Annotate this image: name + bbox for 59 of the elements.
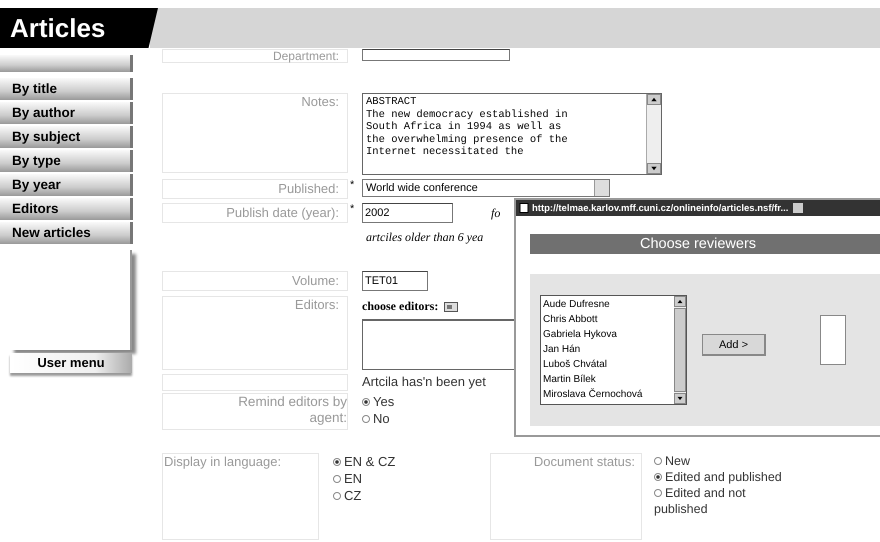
list-item[interactable]: Gabriela Hykova [543, 327, 672, 342]
list-item[interactable]: Luboš Chvátal [543, 357, 672, 372]
hint-text: artciles older than 6 yea [366, 230, 484, 245]
note-text: fo [491, 205, 500, 222]
radio-option[interactable]: No [362, 410, 394, 427]
address-book-icon[interactable] [444, 302, 458, 312]
scroll-up-icon[interactable] [674, 296, 686, 307]
list-item[interactable]: Chris Abbott [543, 312, 672, 327]
radio-option[interactable]: Yes [362, 393, 394, 410]
choose-editors-label: choose editors: [362, 299, 438, 314]
scroll-thumb[interactable] [674, 308, 686, 392]
radio-option[interactable]: Edited and published [654, 469, 784, 485]
scroll-down-icon[interactable] [647, 163, 661, 174]
list-item[interactable]: Miroslava Černochová [543, 387, 672, 402]
published-select[interactable]: World wide conference [362, 179, 610, 197]
field-label: Display in language: [162, 453, 319, 540]
popup-heading: Choose reviewers [530, 234, 880, 254]
status-text: Artcila has'n been yet [362, 374, 486, 389]
sidebar-item[interactable]: By year [0, 174, 133, 196]
scroll-down-icon[interactable] [674, 393, 686, 404]
field-label: Notes: [162, 93, 348, 173]
radio-option[interactable]: EN [333, 470, 490, 487]
radio-option[interactable]: Edited and not published [654, 485, 784, 517]
volume-field[interactable]: TET01 [362, 271, 428, 291]
user-menu-button[interactable]: User menu [10, 353, 132, 373]
list-item[interactable]: Jan Hán [543, 342, 672, 357]
radio-option[interactable]: New [654, 453, 784, 469]
minimize-button[interactable] [793, 203, 804, 213]
sidebar-item[interactable]: New articles [0, 222, 133, 244]
sidebar-item[interactable]: Editors [0, 198, 133, 220]
window-title: http://telmae.karlov.mff.cuni.cz/onlineinfo/articles.nsf/fr... [532, 202, 788, 214]
list-item[interactable]: Aude Dufresne [543, 297, 672, 312]
required-mark: * [350, 179, 356, 191]
list-item[interactable]: Martin Bílek [543, 372, 672, 387]
field-label: Remind editors by agent: [162, 393, 348, 430]
page-title: Articles [0, 8, 158, 48]
add-button[interactable]: Add > [702, 334, 766, 356]
field-label: Department: [162, 49, 348, 63]
reviewer-list[interactable]: Aude Dufresne Chris Abbott Gabriela Hykova Jan Hán Luboš Chvátal Martin Bílek Miroslava Černochová [540, 295, 687, 405]
selected-list[interactable] [820, 315, 846, 365]
radio-option[interactable]: EN & CZ [333, 453, 490, 470]
field-label: Volume: [162, 271, 348, 291]
sidebar-item[interactable]: By author [0, 102, 133, 124]
scrollbar[interactable] [646, 94, 661, 174]
scrollbar[interactable] [674, 296, 686, 404]
field-label: Document status: [490, 453, 642, 540]
page-icon [519, 203, 529, 213]
department-field[interactable] [362, 49, 510, 61]
sidebar-item[interactable]: By type [0, 150, 133, 172]
notes-field[interactable]: ABSTRACT The new democracy established in South Africa in 1994 as well as the overwhelming presence of the Internet necessitated the [362, 93, 662, 175]
required-mark: * [350, 203, 356, 215]
field-label: Editors: [162, 296, 348, 370]
field-label: Publish date (year): [162, 203, 348, 223]
field-label: Published: [162, 179, 348, 199]
sidebar-item[interactable]: By title [0, 78, 133, 100]
year-field[interactable]: 2002 [362, 203, 453, 223]
scroll-up-icon[interactable] [647, 94, 661, 105]
radio-option[interactable]: CZ [333, 487, 490, 504]
sidebar-item[interactable]: By subject [0, 126, 133, 148]
